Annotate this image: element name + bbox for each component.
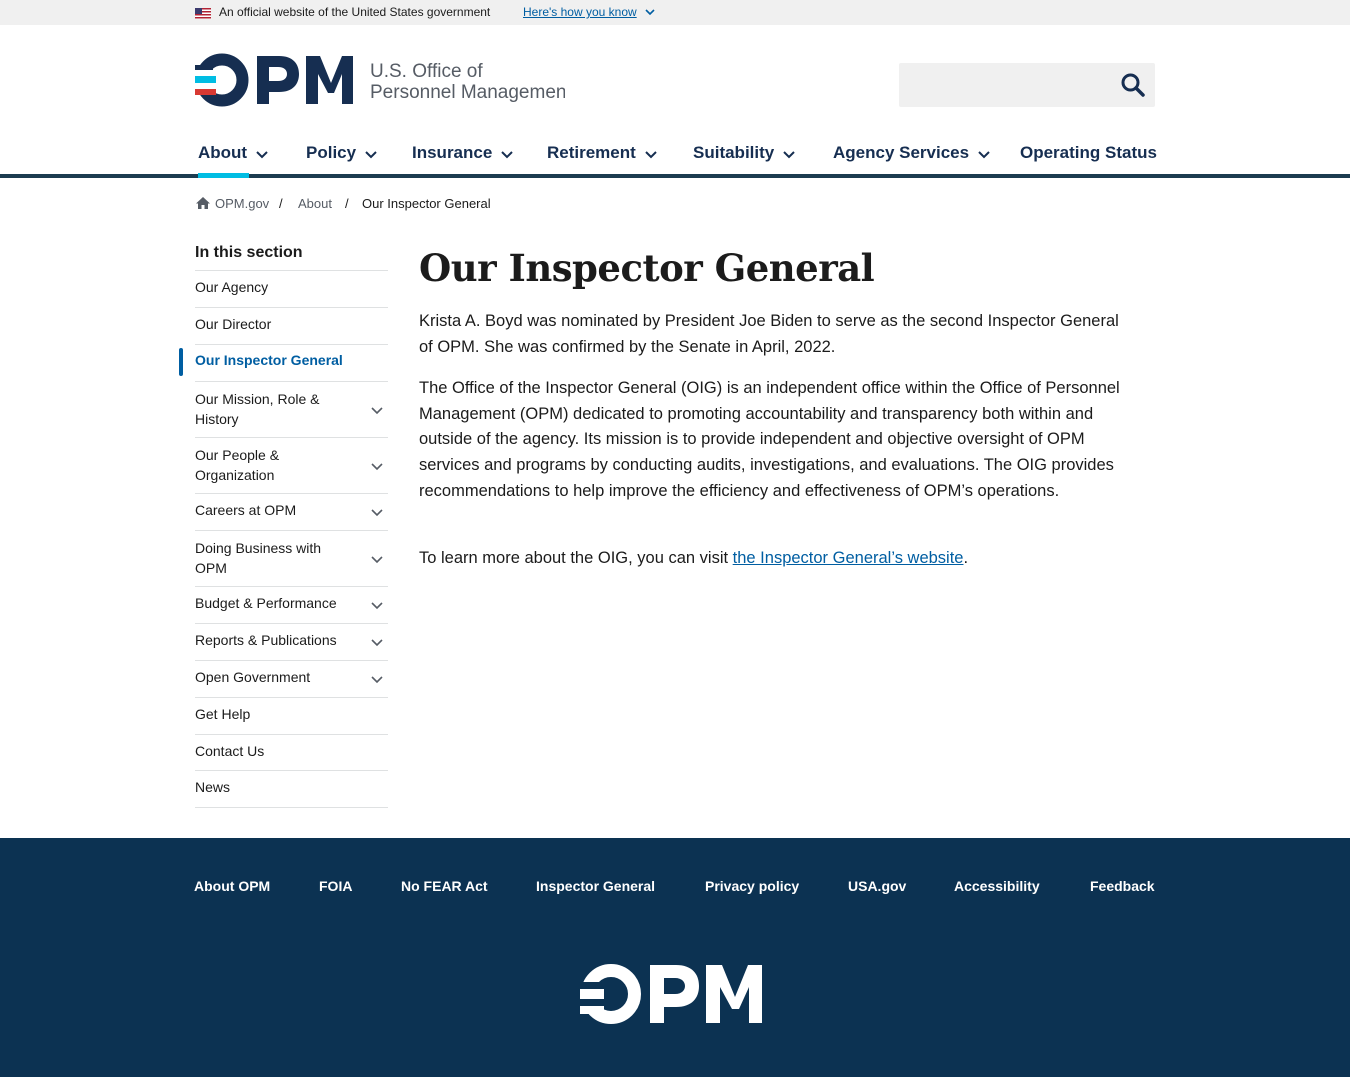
- chevron-down-icon: [783, 150, 795, 158]
- breadcrumb-current: Our Inspector General: [362, 196, 491, 211]
- chevron-down-icon[interactable]: [370, 507, 384, 517]
- sidenav-item-contact-us[interactable]: Contact Us: [195, 735, 388, 771]
- breadcrumb-separator: /: [345, 196, 349, 211]
- breadcrumb-separator: /: [279, 196, 283, 211]
- breadcrumb-about-link[interactable]: About: [298, 196, 332, 211]
- sidenav-item-our-people[interactable]: Our People & Organization: [195, 438, 388, 494]
- nav-item-label: Insurance: [412, 143, 493, 162]
- sidenav-item-label: Reports & Publications: [195, 632, 337, 648]
- footer-link-inspector-general[interactable]: Inspector General: [536, 878, 655, 894]
- chevron-down-icon: [365, 150, 377, 158]
- page-title: Our Inspector General: [419, 246, 875, 290]
- main-nav: About Policy Insurance Retirement Suitab…: [0, 136, 1350, 178]
- breadcrumb-home-link[interactable]: OPM.gov: [215, 196, 269, 211]
- sidenav-item-careers[interactable]: Careers at OPM: [195, 494, 388, 531]
- footer-link-accessibility[interactable]: Accessibility: [954, 878, 1040, 894]
- us-flag-icon: [195, 8, 211, 19]
- nav-item-label: Suitability: [693, 143, 775, 162]
- nav-item-operating-status[interactable]: Operating Status: [1020, 143, 1157, 163]
- paragraph-nomination: Krista A. Boyd was nominated by Presiden…: [419, 312, 1119, 356]
- chevron-down-icon[interactable]: [370, 461, 384, 471]
- footer-link-usa-gov[interactable]: USA.gov: [848, 878, 906, 894]
- nav-item-label: Operating Status: [1020, 143, 1157, 162]
- footer-link-about-opm[interactable]: About OPM: [194, 878, 270, 894]
- sidenav-item-label: News: [195, 779, 231, 795]
- chevron-down-icon: [978, 150, 990, 158]
- footer-opm-logo[interactable]: [580, 962, 764, 1026]
- heres-how-you-know-link[interactable]: Here's how you know: [523, 5, 637, 19]
- nav-item-label: Retirement: [547, 143, 636, 162]
- home-icon[interactable]: [195, 196, 211, 210]
- sidenav-item-news[interactable]: News: [195, 771, 388, 808]
- sidenav-heading: In this section: [195, 244, 303, 261]
- sidenav-item-label: Contact Us: [195, 743, 265, 759]
- footer-link-privacy-policy[interactable]: Privacy policy: [705, 878, 799, 894]
- sidenav-item-budget[interactable]: Budget & Performance: [195, 587, 388, 624]
- chevron-down-icon[interactable]: [370, 600, 384, 610]
- sidenav-item-our-agency[interactable]: Our Agency: [195, 271, 388, 308]
- nav-item-label: About: [198, 143, 248, 162]
- sidenav-item-label: Our Inspector General: [195, 352, 343, 368]
- learn-more-text: To learn more about the OIG, you can vis…: [419, 549, 733, 567]
- sidenav-current-marker: [179, 348, 183, 376]
- paragraph-oig-description: The Office of the Inspector General (OIG…: [419, 379, 1120, 500]
- inspector-general-website-link[interactable]: the Inspector General’s website: [733, 549, 964, 567]
- sidenav-item-label: Careers at OPM: [195, 502, 297, 518]
- nav-item-suitability[interactable]: Suitability: [693, 143, 796, 163]
- sidenav-item-our-inspector-general[interactable]: Our Inspector General: [195, 345, 388, 382]
- chevron-down-icon: [501, 150, 514, 158]
- chevron-down-icon: [256, 150, 268, 158]
- sidenav: Our Agency Our Director Our Inspector Ge…: [195, 270, 388, 808]
- footer-link-feedback[interactable]: Feedback: [1090, 878, 1155, 894]
- footer-link-foia[interactable]: FOIA: [319, 878, 352, 894]
- opm-logo[interactable]: U.S. Office of Personnel Management: [195, 53, 565, 107]
- search-icon[interactable]: [1120, 72, 1146, 98]
- chevron-down-icon[interactable]: [370, 674, 384, 684]
- nav-item-insurance[interactable]: Insurance: [412, 143, 514, 163]
- sidenav-item-get-help[interactable]: Get Help: [195, 698, 388, 735]
- sidenav-item-label: Get Help: [195, 706, 251, 722]
- logo-line2: Personnel Management: [370, 82, 565, 103]
- sidenav-item-our-director[interactable]: Our Director: [195, 308, 388, 345]
- nav-item-label: Policy: [306, 143, 357, 162]
- sidenav-item-open-government[interactable]: Open Government: [195, 661, 388, 698]
- chevron-down-icon[interactable]: [370, 405, 384, 415]
- nav-active-indicator: [198, 173, 249, 178]
- nav-item-policy[interactable]: Policy: [306, 143, 378, 163]
- sidenav-item-label: Our Mission, Role & History: [195, 391, 320, 427]
- search-input[interactable]: [899, 63, 1155, 107]
- chevron-down-icon[interactable]: [644, 7, 656, 17]
- chevron-down-icon[interactable]: [370, 637, 384, 647]
- learn-more-period: .: [963, 549, 969, 567]
- sidenav-item-label: Our Agency: [195, 279, 269, 295]
- sidenav-item-label: Our People & Organization: [195, 447, 280, 483]
- sidenav-item-doing-business[interactable]: Doing Business with OPM: [195, 531, 388, 587]
- paragraph-learn-more: To learn more about the OIG, you can vis…: [419, 546, 1131, 572]
- gov-banner: An official website of the United States…: [0, 0, 1350, 25]
- footer: [0, 838, 1350, 1077]
- sidenav-item-label: Budget & Performance: [195, 595, 337, 611]
- nav-item-agency-services[interactable]: Agency Services: [833, 143, 991, 163]
- chevron-down-icon: [645, 150, 657, 158]
- nav-item-label: Agency Services: [833, 143, 970, 162]
- sidenav-item-label: Our Director: [195, 316, 272, 332]
- sidenav-item-our-mission[interactable]: Our Mission, Role & History: [195, 382, 388, 438]
- official-website-text: An official website of the United States…: [219, 5, 491, 19]
- chevron-down-icon[interactable]: [370, 554, 384, 564]
- footer-link-no-fear-act[interactable]: No FEAR Act: [401, 878, 488, 894]
- sidenav-item-label: Doing Business with OPM: [195, 540, 322, 576]
- nav-item-retirement[interactable]: Retirement: [547, 143, 658, 163]
- nav-item-about[interactable]: About: [198, 143, 269, 163]
- sidenav-item-label: Open Government: [195, 669, 311, 685]
- logo-line1: U.S. Office of: [370, 61, 483, 82]
- sidenav-item-reports[interactable]: Reports & Publications: [195, 624, 388, 661]
